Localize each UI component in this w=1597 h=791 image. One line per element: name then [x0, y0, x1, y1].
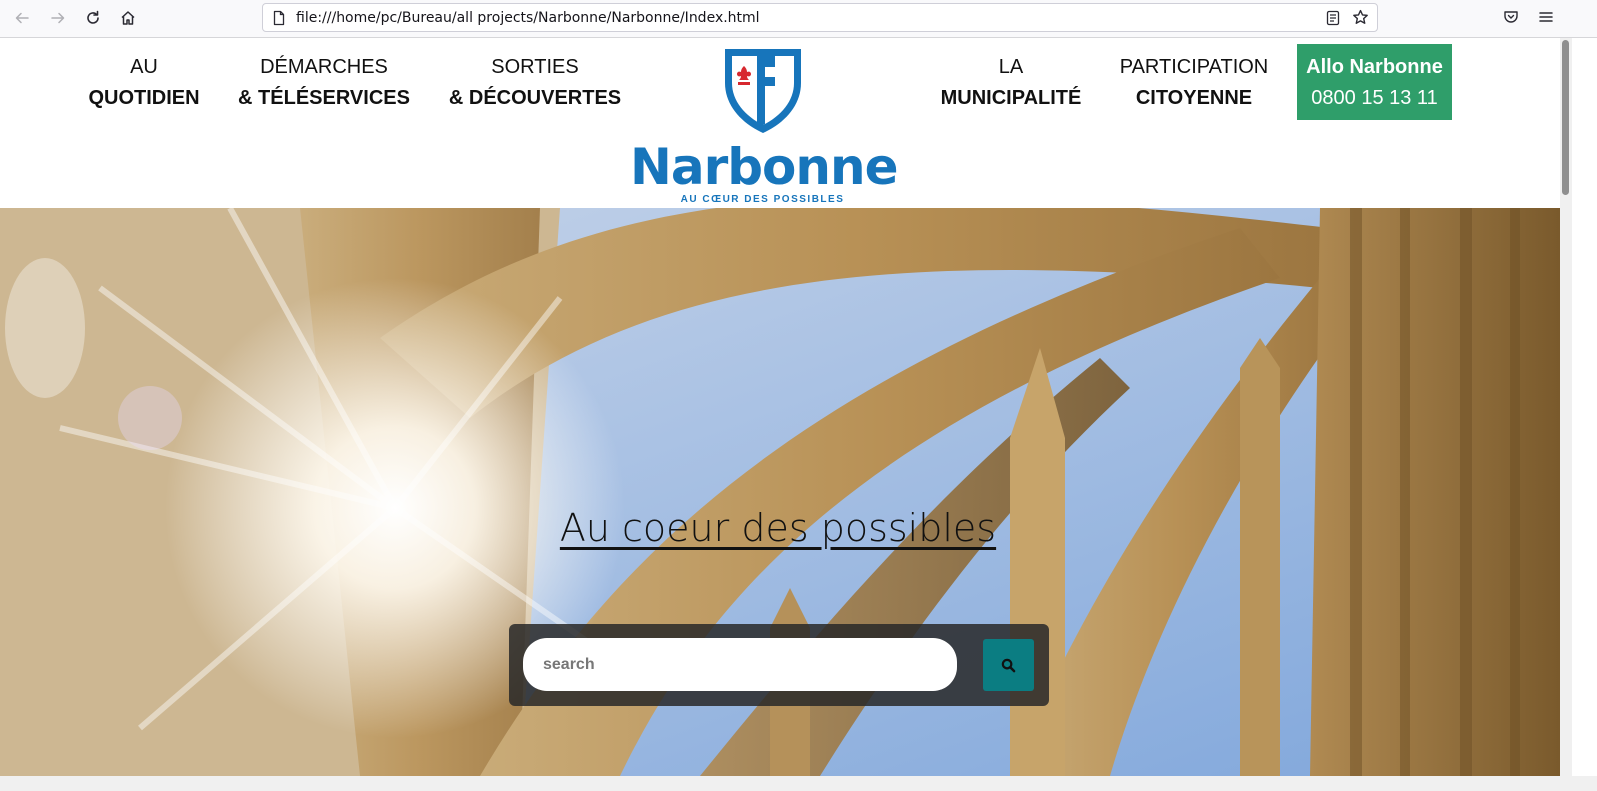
forward-arrow-icon [51, 12, 65, 24]
menu-label-line1: DÉMARCHES [260, 56, 388, 78]
allo-title: Allo Narbonne [1306, 56, 1443, 78]
forward-button[interactable] [43, 4, 73, 32]
bottom-edge [0, 776, 1597, 791]
hamburger-menu-icon [1539, 12, 1553, 22]
search-input[interactable] [523, 638, 957, 691]
allo-narbonne-button[interactable]: Allo Narbonne 0800 15 13 11 [1297, 44, 1452, 120]
reload-icon [87, 10, 99, 24]
menu-label-line1: SORTIES [491, 56, 579, 78]
menu-label-line1: PARTICIPATION [1119, 56, 1269, 78]
search-icon [1001, 658, 1016, 672]
bookmark-star-icon[interactable] [1352, 9, 1369, 26]
menu-demarches[interactable]: DÉMARCHES & TÉLÉSERVICES [228, 52, 420, 114]
menu-label-line2: QUOTIDIEN [88, 87, 200, 109]
menu-label-line1: LA [998, 56, 1024, 78]
browser-toolbar: file:///home/pc/Bureau/all projects/Narb… [0, 0, 1597, 38]
app-menu-button[interactable] [1535, 6, 1557, 28]
menu-label-line1: AU [130, 56, 158, 78]
logo-wordmark: Narbonne [630, 138, 899, 196]
allo-phone: 0800 15 13 11 [1311, 87, 1438, 109]
pocket-button[interactable] [1500, 6, 1522, 28]
pocket-icon [1504, 11, 1518, 23]
menu-label-line2: MUNICIPALITÉ [940, 87, 1082, 109]
reader-view-icon[interactable] [1325, 10, 1341, 26]
hero-title[interactable]: Au coeur des possibles [0, 506, 1556, 550]
back-arrow-icon [15, 12, 29, 24]
menu-label-line2: CITOYENNE [1135, 87, 1253, 109]
page-icon [273, 10, 285, 26]
shield-emblem-icon [725, 49, 801, 133]
reload-button[interactable] [78, 4, 108, 32]
search-button[interactable] [983, 639, 1034, 691]
menu-label-line2: & DÉCOUVERTES [448, 87, 622, 109]
menu-municipalite[interactable]: LA MUNICIPALITÉ [930, 52, 1092, 114]
menu-label-line2: & TÉLÉSERVICES [238, 87, 410, 109]
home-button[interactable] [113, 4, 143, 32]
search-panel [509, 624, 1049, 706]
vertical-scrollbar[interactable] [1560, 38, 1572, 776]
narbonne-logo[interactable]: Narbonne AU CŒUR DES POSSIBLES [630, 46, 899, 206]
hero-banner: Au coeur des possibles [0, 208, 1560, 776]
menu-sorties[interactable]: SORTIES & DÉCOUVERTES [440, 52, 630, 114]
scrollbar-thumb[interactable] [1562, 40, 1569, 195]
home-icon [121, 11, 135, 25]
menu-au-quotidien[interactable]: AU QUOTIDIEN [78, 52, 210, 114]
back-button[interactable] [7, 4, 37, 32]
url-bar[interactable]: file:///home/pc/Bureau/all projects/Narb… [262, 3, 1378, 32]
menu-participation[interactable]: PARTICIPATION CITOYENNE [1110, 52, 1278, 114]
site-header: AU QUOTIDIEN DÉMARCHES & TÉLÉSERVICES SO… [0, 38, 1560, 208]
logo-tagline: AU CŒUR DES POSSIBLES [680, 194, 845, 205]
url-text[interactable]: file:///home/pc/Bureau/all projects/Narb… [296, 10, 760, 26]
